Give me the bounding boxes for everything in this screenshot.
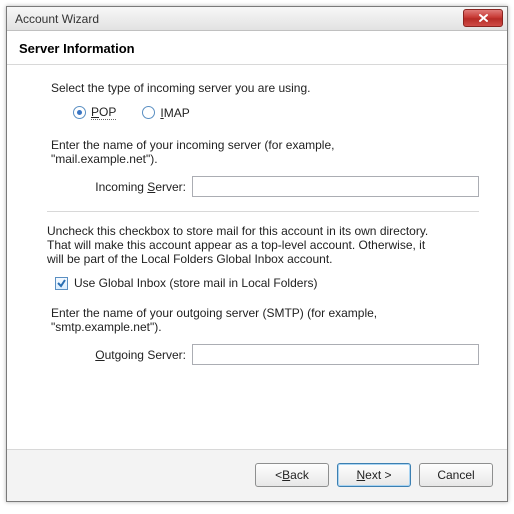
incoming-server-input[interactable]	[192, 176, 479, 197]
radio-imap-label: IMAP	[160, 106, 189, 120]
cancel-button[interactable]: Cancel	[419, 463, 493, 487]
close-button[interactable]	[463, 9, 503, 27]
checkbox-icon	[55, 277, 68, 290]
outgoing-server-input[interactable]	[192, 344, 479, 365]
outgoing-server-label: Outgoing Server:	[71, 348, 186, 362]
divider	[47, 211, 479, 212]
server-type-instruction: Select the type of incoming server you a…	[51, 81, 479, 95]
global-inbox-checkbox-row[interactable]: Use Global Inbox (store mail in Local Fo…	[55, 276, 479, 290]
close-icon	[478, 13, 489, 23]
window-title: Account Wizard	[15, 12, 99, 26]
global-inbox-instruction: Uncheck this checkbox to store mail for …	[47, 224, 479, 266]
heading-section: Server Information	[7, 31, 507, 65]
radio-imap[interactable]: IMAP	[142, 106, 189, 120]
incoming-server-label: Incoming Server:	[71, 180, 186, 194]
server-type-radios: POP IMAP	[73, 105, 479, 120]
outgoing-server-row: Outgoing Server:	[71, 344, 479, 365]
account-wizard-window: Account Wizard Server Information Select…	[6, 6, 508, 502]
outgoing-instruction: Enter the name of your outgoing server (…	[51, 306, 479, 334]
radio-icon	[73, 106, 86, 119]
titlebar[interactable]: Account Wizard	[7, 7, 507, 31]
incoming-server-row: Incoming Server:	[71, 176, 479, 197]
wizard-buttons: < Back Next > Cancel	[255, 463, 493, 487]
next-button[interactable]: Next >	[337, 463, 411, 487]
footer: < Back Next > Cancel	[7, 449, 507, 501]
body-area: Select the type of incoming server you a…	[7, 65, 507, 451]
radio-pop-label: POP	[91, 105, 116, 120]
radio-icon	[142, 106, 155, 119]
radio-pop[interactable]: POP	[73, 105, 116, 120]
back-button[interactable]: < Back	[255, 463, 329, 487]
global-inbox-label: Use Global Inbox (store mail in Local Fo…	[74, 276, 317, 290]
page-heading: Server Information	[19, 41, 135, 56]
incoming-instruction: Enter the name of your incoming server (…	[51, 138, 479, 166]
